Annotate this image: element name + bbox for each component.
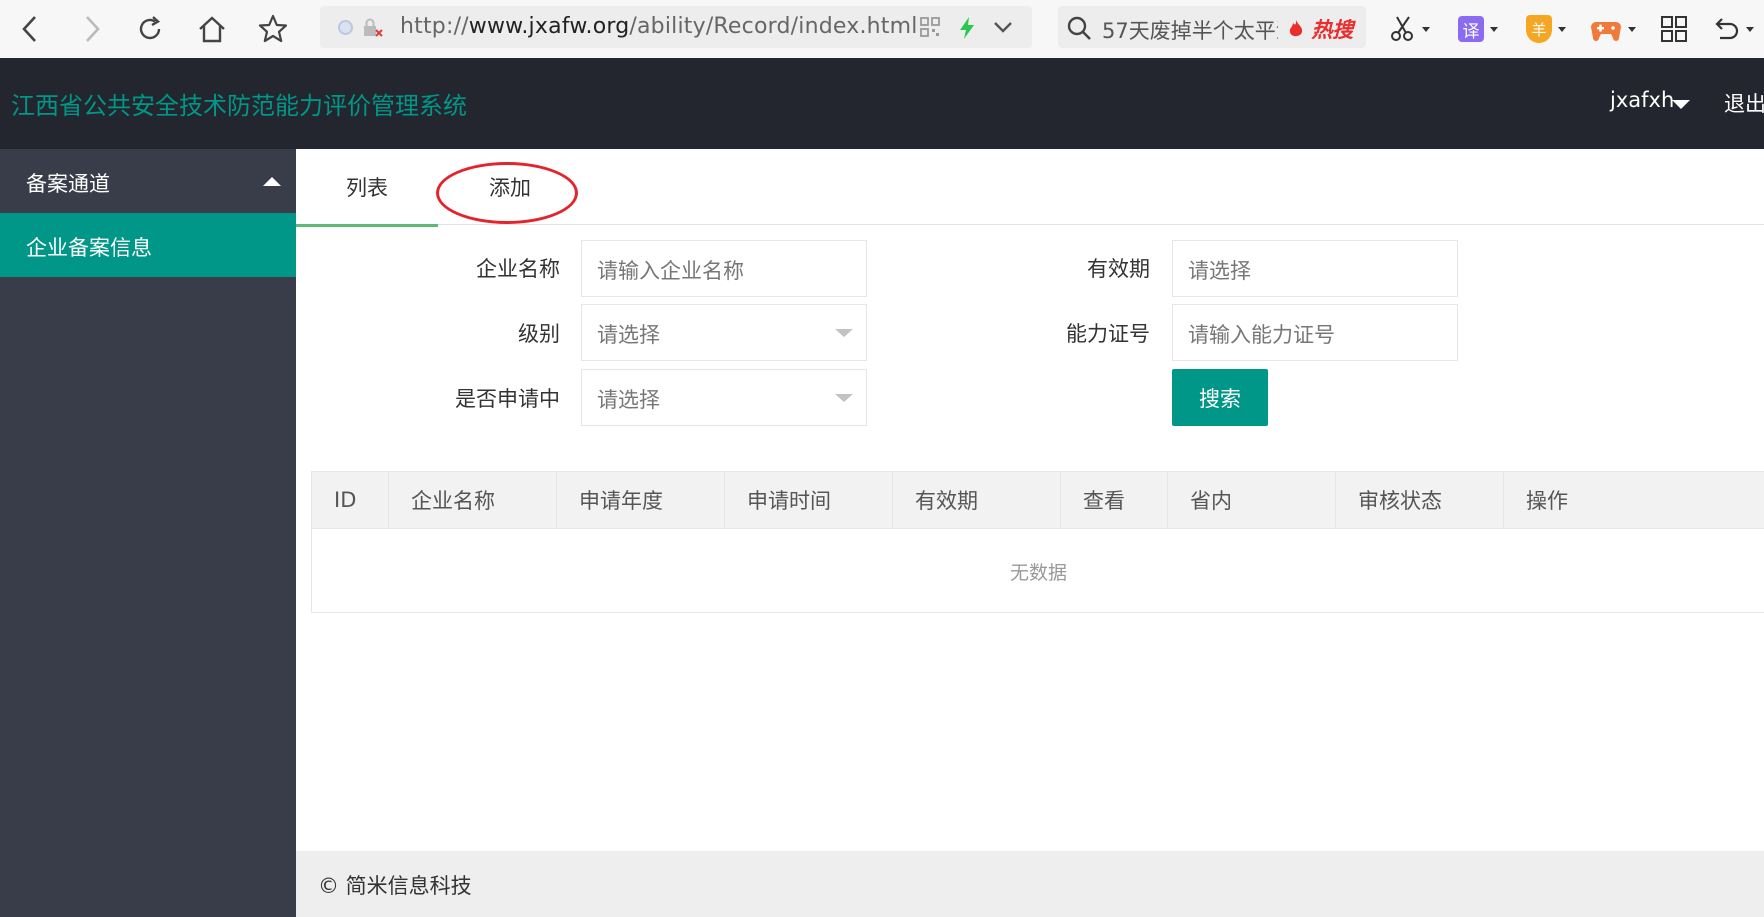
- company-name-input[interactable]: 请输入企业名称: [581, 240, 867, 297]
- column-header-actions: 操作: [1526, 489, 1568, 513]
- cert-no-label: 能力证号: [1066, 322, 1150, 346]
- applying-select[interactable]: 请选择: [581, 369, 867, 426]
- scissors-icon: [1391, 16, 1413, 41]
- translate-icon: 译: [1458, 16, 1484, 42]
- globe-icon: [338, 20, 353, 35]
- table-header: ID 企业名称 申请年度 申请时间 有效期 查看 省内 审核状态 操作: [312, 472, 1764, 529]
- forward-icon[interactable]: [72, 9, 112, 49]
- sidebar-group-label: 备案通道: [26, 172, 110, 196]
- hot-search-label: 热搜: [1311, 18, 1354, 42]
- user-menu[interactable]: jxafxh: [1610, 88, 1674, 112]
- column-header-company-name: 企业名称: [389, 472, 557, 528]
- shield-icon: 羊: [1526, 15, 1552, 43]
- bolt-icon[interactable]: [958, 16, 976, 44]
- undo-menu[interactable]: [1712, 12, 1754, 46]
- reload-icon[interactable]: [130, 9, 170, 49]
- validity-placeholder: 请选择: [1188, 259, 1251, 283]
- lock-icon[interactable]: [362, 17, 384, 44]
- column-header-apply-year: 申请年度: [557, 472, 725, 528]
- chevron-down-icon[interactable]: [992, 16, 1014, 42]
- dropdown-arrow-icon: [835, 394, 853, 402]
- translate-label: 译: [1462, 21, 1480, 42]
- browser-search-text: 57天废掉半个太平洋: [1102, 19, 1278, 43]
- column-header-id: ID: [312, 472, 389, 528]
- caret-up-icon: [263, 177, 281, 186]
- gamepad-icon: [1591, 22, 1621, 41]
- sidebar-item-label: 企业备案信息: [26, 236, 152, 260]
- app-title: 江西省公共安全技术防范能力评价管理系统: [11, 92, 467, 120]
- validity-input[interactable]: 请选择: [1172, 240, 1458, 297]
- browser-search-box[interactable]: 57天废掉半个太平洋 热搜: [1058, 6, 1366, 48]
- column-header-review-status: 审核状态: [1336, 472, 1504, 528]
- caret-down-icon[interactable]: [1672, 100, 1690, 109]
- game-menu[interactable]: [1590, 12, 1636, 46]
- search-button[interactable]: 搜索: [1172, 369, 1268, 426]
- sidebar-item-company-record[interactable]: 企业备案信息: [0, 213, 296, 277]
- hot-search-tag[interactable]: 热搜: [1288, 14, 1353, 44]
- column-header-view: 查看: [1061, 472, 1168, 528]
- qr-icon[interactable]: [920, 17, 940, 41]
- footer: © 简米信息科技: [296, 851, 1764, 917]
- tab-list[interactable]: 列表: [296, 149, 438, 227]
- address-bar[interactable]: http://www.jxafw.org/ability/Record/inde…: [320, 6, 1032, 48]
- sidebar: 备案通道 企业备案信息: [0, 149, 296, 917]
- level-select[interactable]: 请选择: [581, 304, 867, 361]
- column-header-validity: 有效期: [893, 472, 1061, 528]
- browser-toolbar: http://www.jxafw.org/ability/Record/inde…: [0, 0, 1764, 58]
- company-name-placeholder: 请输入企业名称: [597, 259, 744, 283]
- logout-link[interactable]: 退出: [1724, 88, 1764, 118]
- shield-label: 羊: [1531, 20, 1547, 39]
- empty-state: 无数据: [1009, 561, 1067, 584]
- back-icon[interactable]: [10, 9, 50, 49]
- home-icon[interactable]: [192, 9, 232, 49]
- flame-icon: [1289, 20, 1303, 37]
- star-icon[interactable]: [253, 9, 293, 49]
- undo-icon: [1715, 18, 1739, 40]
- column-header-apply-time: 申请时间: [725, 472, 893, 528]
- column-header-in-province: 省内: [1168, 472, 1336, 528]
- sidebar-group-record-channel[interactable]: 备案通道: [0, 149, 296, 213]
- cert-no-input[interactable]: 请输入能力证号: [1172, 304, 1458, 361]
- level-label: 级别: [518, 322, 560, 346]
- validity-label: 有效期: [1087, 257, 1150, 281]
- red-annotation-circle: [436, 162, 578, 224]
- level-placeholder: 请选择: [597, 323, 660, 347]
- search-icon[interactable]: [1066, 15, 1092, 45]
- applying-label: 是否申请中: [455, 387, 560, 411]
- shield-menu[interactable]: 羊: [1526, 12, 1566, 46]
- scissors-menu[interactable]: [1390, 12, 1430, 46]
- company-name-label: 企业名称: [476, 257, 560, 281]
- dropdown-arrow-icon: [835, 329, 853, 337]
- applying-placeholder: 请选择: [597, 388, 660, 412]
- translate-menu[interactable]: 译: [1458, 12, 1498, 46]
- grid-icon[interactable]: [1660, 12, 1688, 46]
- app-header: 江西省公共安全技术防范能力评价管理系统 jxafxh 退出: [0, 58, 1764, 149]
- record-table: ID 企业名称 申请年度 申请时间 有效期 查看 省内 审核状态 操作 无数据: [311, 471, 1764, 613]
- copyright-text: © 简米信息科技: [318, 874, 472, 898]
- url-text: http://www.jxafw.org/ability/Record/inde…: [400, 14, 918, 39]
- cert-no-placeholder: 请输入能力证号: [1188, 323, 1335, 347]
